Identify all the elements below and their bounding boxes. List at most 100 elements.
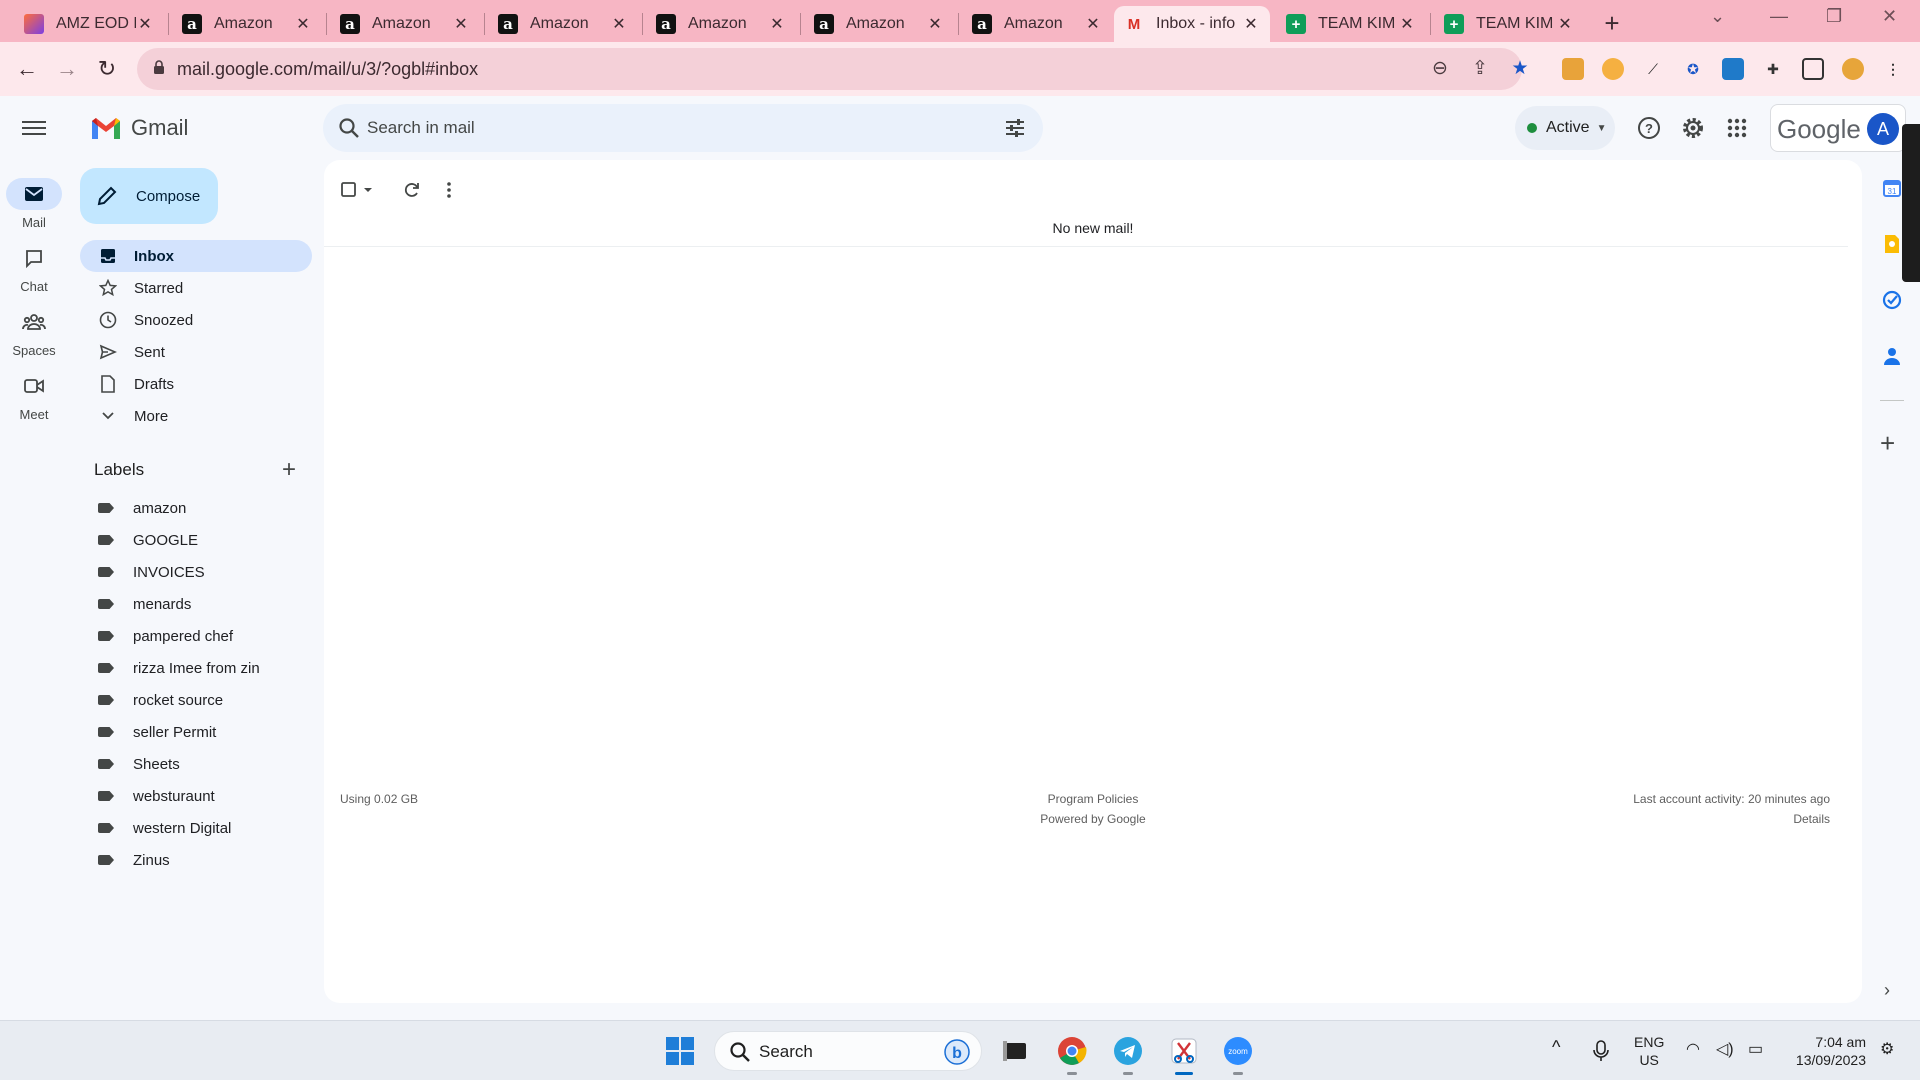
search-bar[interactable] — [323, 104, 1043, 152]
browser-menu-icon[interactable]: ⋮ — [1882, 58, 1904, 80]
close-tab-icon[interactable]: ✕ — [1084, 14, 1102, 34]
label-item[interactable]: western Digital — [80, 814, 231, 842]
select-all-checkbox[interactable] — [340, 180, 374, 200]
minimize-icon[interactable]: — — [1770, 6, 1788, 27]
bookmark-star-icon[interactable]: ★ — [1508, 57, 1532, 81]
more-options-icon[interactable] — [442, 180, 456, 200]
extension-icon[interactable] — [1722, 58, 1744, 80]
microphone-icon[interactable] — [1592, 1039, 1610, 1063]
address-bar[interactable]: mail.google.com/mail/u/3/?ogbl#inbox ⊖ ⇪… — [137, 48, 1529, 90]
browser-tab[interactable]: + TEAM KIM ✕ — [1276, 6, 1426, 42]
close-tab-icon[interactable]: ✕ — [768, 14, 786, 34]
account-button[interactable]: Google A — [1770, 104, 1906, 152]
zoom-icon[interactable]: ⊖ — [1428, 57, 1452, 81]
extension-icon[interactable] — [1602, 58, 1624, 80]
url-text[interactable]: mail.google.com/mail/u/3/?ogbl#inbox — [177, 59, 478, 80]
label-item[interactable]: GOOGLE — [80, 526, 198, 554]
help-icon[interactable]: ? — [1635, 114, 1663, 142]
back-icon[interactable]: ← — [12, 54, 42, 84]
windows-start-icon[interactable] — [664, 1035, 696, 1067]
volume-icon[interactable]: ◁) — [1716, 1039, 1734, 1059]
rail-item-mail[interactable]: Mail — [0, 178, 68, 230]
close-tab-icon[interactable]: ✕ — [452, 14, 470, 34]
telegram-icon[interactable] — [1112, 1035, 1144, 1067]
chevron-up-icon[interactable]: ^ — [1552, 1037, 1560, 1058]
snipping-tool-icon[interactable] — [1168, 1035, 1200, 1067]
program-policies-link-text[interactable]: Program Policies — [1048, 792, 1139, 806]
nav-item-inbox[interactable]: Inbox — [80, 240, 312, 272]
label-item[interactable]: pampered chef — [80, 622, 233, 650]
refresh-icon[interactable] — [402, 180, 422, 200]
search-icon[interactable] — [338, 117, 360, 139]
close-tab-icon[interactable]: ✕ — [136, 14, 154, 34]
browser-tab[interactable]: a Amazon ✕ — [646, 6, 796, 42]
apps-grid-icon[interactable] — [1723, 114, 1751, 142]
taskbar-search[interactable]: Search b — [714, 1031, 982, 1071]
close-tab-icon[interactable]: ✕ — [1242, 14, 1260, 34]
browser-tab[interactable]: a Amazon ✕ — [172, 6, 322, 42]
nav-item-more[interactable]: More — [80, 400, 312, 432]
create-label-icon[interactable]: + — [282, 458, 296, 482]
browser-tab[interactable]: + TEAM KIM ✕ — [1434, 6, 1584, 42]
rail-item-meet[interactable]: Meet — [0, 370, 68, 422]
label-item[interactable]: INVOICES — [80, 558, 205, 586]
close-tab-icon[interactable]: ✕ — [294, 14, 312, 34]
notifications-icon[interactable]: ⚙ — [1880, 1039, 1894, 1059]
nav-item-drafts[interactable]: Drafts — [80, 368, 312, 400]
extension-icon[interactable]: ⟋ — [1642, 58, 1664, 80]
label-item[interactable]: Zinus — [80, 846, 170, 874]
status-button[interactable]: Active ▼ — [1515, 106, 1615, 150]
search-input[interactable] — [367, 114, 967, 142]
contacts-icon[interactable] — [1878, 342, 1906, 370]
add-addon-icon[interactable]: + — [1880, 428, 1895, 459]
keep-icon[interactable] — [1878, 230, 1906, 258]
forward-icon[interactable]: → — [52, 54, 82, 84]
compose-button[interactable]: Compose — [80, 168, 218, 224]
main-menu-icon[interactable] — [22, 117, 46, 141]
details-link[interactable]: Details — [1793, 812, 1830, 826]
tab-search-icon[interactable]: ⌄ — [1710, 6, 1725, 27]
close-tab-icon[interactable]: ✕ — [926, 14, 944, 34]
reload-icon[interactable]: ↻ — [92, 54, 122, 84]
extension-icon[interactable]: ✪ — [1682, 58, 1704, 80]
language-indicator[interactable]: ENG US — [1634, 1033, 1664, 1069]
bing-icon[interactable]: b — [943, 1038, 971, 1066]
nav-item-starred[interactable]: Starred — [80, 272, 312, 304]
browser-tab[interactable]: a Amazon ✕ — [488, 6, 638, 42]
chrome-icon[interactable] — [1056, 1035, 1088, 1067]
share-icon[interactable]: ⇪ — [1468, 57, 1492, 81]
close-tab-icon[interactable]: ✕ — [1556, 14, 1574, 34]
gmail-wordmark[interactable]: Gmail — [131, 115, 188, 141]
browser-tab[interactable]: AMZ EOD R ✕ — [14, 6, 164, 42]
zoom-icon[interactable]: zoom — [1222, 1035, 1254, 1067]
profile-icon[interactable] — [1842, 58, 1864, 80]
browser-tab[interactable]: a Amazon ✕ — [804, 6, 954, 42]
browser-tab[interactable]: a Amazon ✕ — [962, 6, 1112, 42]
rail-item-spaces[interactable]: Spaces — [0, 306, 68, 358]
browser-tab[interactable]: a Amazon ✕ — [330, 6, 480, 42]
calendar-icon[interactable]: 31 — [1878, 174, 1906, 202]
close-tab-icon[interactable]: ✕ — [610, 14, 628, 34]
nav-item-snoozed[interactable]: Snoozed — [80, 304, 312, 336]
restore-icon[interactable]: ❐ — [1826, 6, 1842, 27]
nav-item-sent[interactable]: Sent — [80, 336, 312, 368]
sidepanel-icon[interactable] — [1802, 58, 1824, 80]
rail-item-chat[interactable]: Chat — [0, 242, 68, 294]
hide-side-panel-icon[interactable]: › — [1884, 980, 1890, 1001]
clock[interactable]: 7:04 am 13/09/2023 — [1786, 1033, 1866, 1069]
new-tab-button[interactable]: + — [1599, 8, 1625, 39]
task-view-icon[interactable] — [1000, 1035, 1032, 1067]
puzzle-icon[interactable]: ✚ — [1762, 58, 1784, 80]
tasks-icon[interactable] — [1878, 286, 1906, 314]
wifi-icon[interactable]: ◠ — [1686, 1039, 1700, 1059]
label-item[interactable]: Sheets — [80, 750, 180, 778]
label-item[interactable]: rocket source — [80, 686, 223, 714]
extension-icon[interactable] — [1562, 58, 1584, 80]
browser-tab-active[interactable]: M Inbox - info ✕ — [1114, 6, 1270, 42]
label-item[interactable]: websturaunt — [80, 782, 215, 810]
battery-icon[interactable]: ▭ — [1748, 1039, 1763, 1059]
close-tab-icon[interactable]: ✕ — [1398, 14, 1416, 34]
label-item[interactable]: menards — [80, 590, 191, 618]
close-window-icon[interactable]: ✕ — [1882, 6, 1897, 27]
label-item[interactable]: seller Permit — [80, 718, 216, 746]
